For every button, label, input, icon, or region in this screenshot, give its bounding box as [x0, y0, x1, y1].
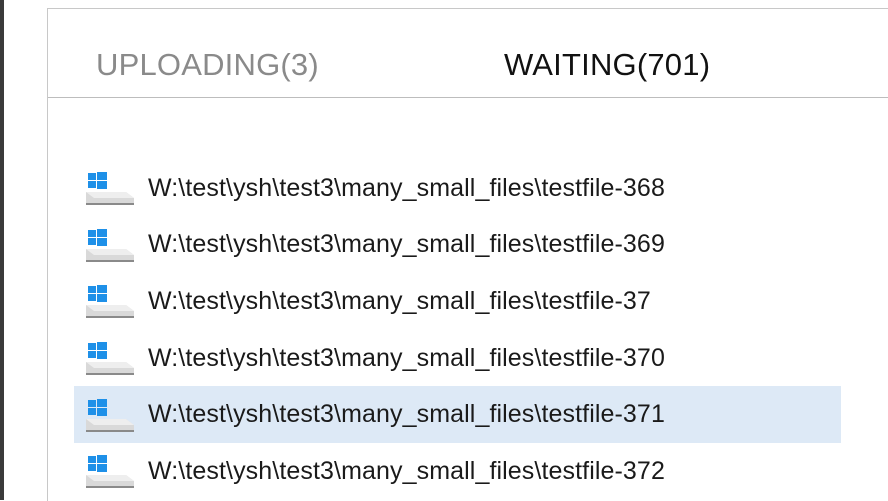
windows-drive-icon: [80, 225, 136, 265]
file-row[interactable]: W:\test\ysh\test3\many_small_files\testf…: [74, 443, 841, 500]
file-path: W:\test\ysh\test3\many_small_files\testf…: [148, 173, 665, 202]
tab-bar: UPLOADING(3) WAITING(701): [48, 9, 888, 98]
windows-drive-icon: [80, 168, 136, 208]
file-path: W:\test\ysh\test3\many_small_files\testf…: [148, 456, 665, 485]
file-row[interactable]: W:\test\ysh\test3\many_small_files\testf…: [74, 217, 841, 274]
windows-drive-icon: [80, 281, 136, 321]
waiting-file-list: W:\test\ysh\test3\many_small_files\testf…: [74, 160, 841, 500]
window-edge: [0, 0, 4, 500]
tab-uploading[interactable]: UPLOADING(3): [96, 46, 319, 84]
windows-drive-icon: [80, 451, 136, 491]
file-row[interactable]: W:\test\ysh\test3\many_small_files\testf…: [74, 160, 841, 217]
windows-drive-icon: [80, 395, 136, 435]
file-path: W:\test\ysh\test3\many_small_files\testf…: [148, 286, 651, 315]
file-row[interactable]: W:\test\ysh\test3\many_small_files\testf…: [74, 330, 841, 387]
tab-waiting[interactable]: WAITING(701): [504, 46, 710, 84]
file-row[interactable]: W:\test\ysh\test3\many_small_files\testf…: [74, 386, 841, 443]
file-path: W:\test\ysh\test3\many_small_files\testf…: [148, 230, 665, 259]
file-path: W:\test\ysh\test3\many_small_files\testf…: [148, 400, 665, 429]
windows-drive-icon: [80, 338, 136, 378]
file-row[interactable]: W:\test\ysh\test3\many_small_files\testf…: [74, 273, 841, 330]
file-path: W:\test\ysh\test3\many_small_files\testf…: [148, 343, 665, 372]
